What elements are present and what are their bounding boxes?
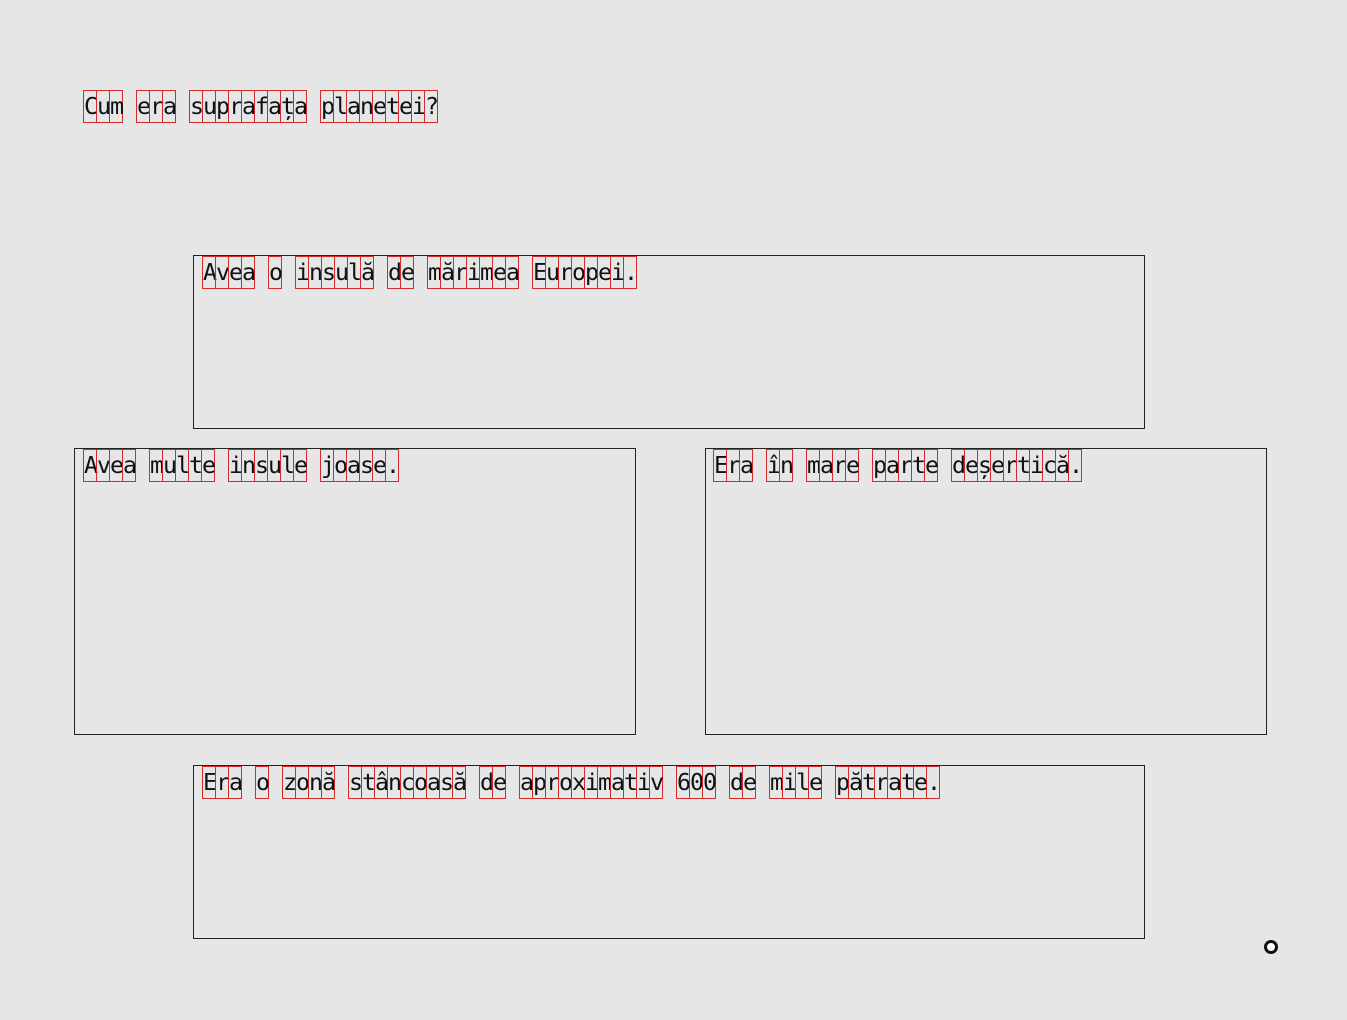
answer-option-3-label: Era în mare parte deșertică. bbox=[713, 449, 1083, 482]
answer-option-3[interactable]: Era în mare parte deșertică. bbox=[705, 448, 1267, 735]
answer-option-4[interactable]: Era o zonă stâncoasă de aproximativ 600 … bbox=[193, 765, 1145, 939]
answer-option-1-label: Avea o insulă de mărimea Europei. bbox=[202, 256, 638, 289]
answer-option-2[interactable]: Avea multe insule joase. bbox=[74, 448, 636, 735]
question-text: Cum era suprafața planetei? bbox=[83, 90, 439, 124]
answer-option-1[interactable]: Avea o insulă de mărimea Europei. bbox=[193, 255, 1145, 429]
ring-cursor-icon bbox=[1264, 940, 1278, 954]
answer-option-2-label: Avea multe insule joase. bbox=[83, 449, 400, 482]
answer-option-4-label: Era o zonă stâncoasă de aproximativ 600 … bbox=[202, 766, 941, 799]
